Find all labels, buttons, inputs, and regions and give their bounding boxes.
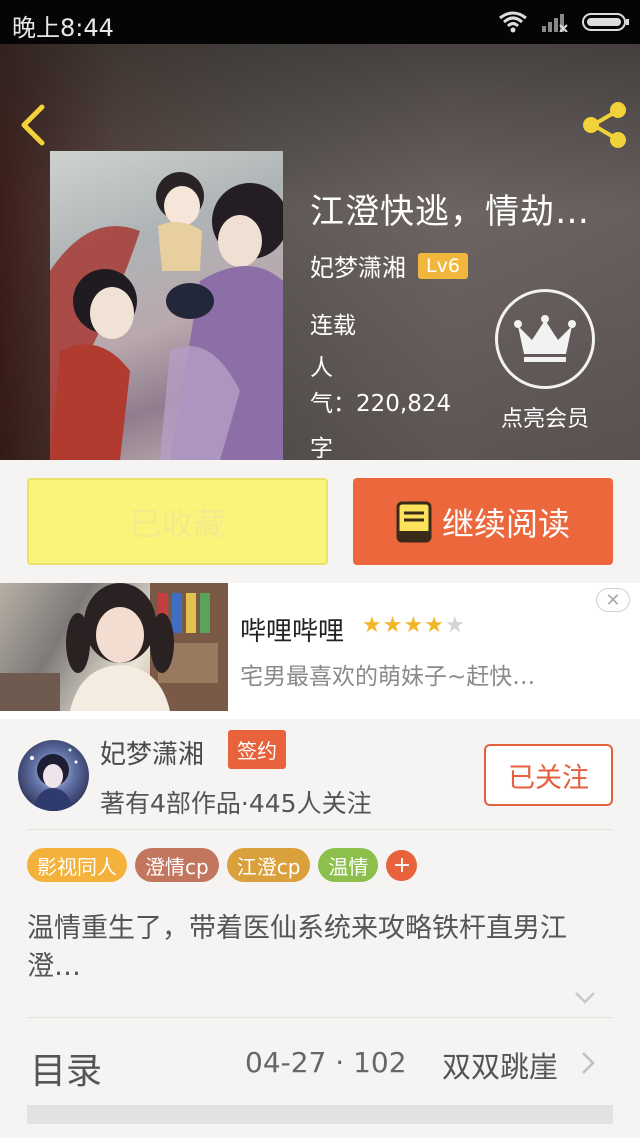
ad-banner[interactable]: 哔哩哔哩 ★★★★★ 宅男最喜欢的萌妹子~赶快… ✕ bbox=[0, 583, 640, 719]
author-meta: 著有4部作品·445人关注 bbox=[100, 789, 372, 818]
follow-button[interactable]: 已关注 bbox=[484, 744, 613, 806]
favorite-button[interactable]: 已收藏 bbox=[27, 478, 328, 565]
toc-row[interactable]: 目录 04-27 · 102 双双跳崖 bbox=[0, 1020, 640, 1104]
book-icon bbox=[396, 501, 432, 542]
toc-update-info: 04-27 · 102 bbox=[245, 1046, 407, 1079]
wifi-icon bbox=[499, 11, 527, 33]
add-tag-button[interactable]: + bbox=[386, 849, 418, 881]
cover-illustration bbox=[50, 172, 283, 460]
toc-label: 目录 bbox=[30, 1051, 103, 1092]
tag-item[interactable]: 温情 bbox=[318, 848, 379, 882]
divider bbox=[27, 1017, 613, 1018]
popularity-label: 人 bbox=[310, 355, 333, 381]
author-name[interactable]: 妃梦潇湘 bbox=[100, 734, 204, 771]
word-count-label: 字 bbox=[310, 436, 333, 460]
popularity-label-rest: 气： bbox=[310, 391, 356, 417]
author-level-badge: Lv6 bbox=[418, 252, 468, 279]
star-filled-icon: ★ bbox=[403, 613, 425, 638]
book-intro[interactable]: 温情重生了，带着医仙系统来攻略铁杆直男江澄… bbox=[27, 910, 617, 986]
book-cover[interactable] bbox=[50, 151, 283, 460]
continue-reading-button[interactable]: 继续阅读 bbox=[353, 478, 613, 565]
divider bbox=[27, 829, 613, 830]
member-circle bbox=[495, 289, 595, 389]
book-header: 江澄快逃，情劫… 妃梦潇湘 Lv6 连载 人气：220,824 字 点亮会员 bbox=[0, 44, 640, 460]
share-icon[interactable] bbox=[580, 100, 628, 150]
tag-item[interactable]: 影视同人 bbox=[27, 848, 127, 882]
star-filled-icon: ★ bbox=[424, 613, 445, 638]
action-bar: 已收藏 继续阅读 bbox=[0, 460, 640, 582]
continue-reading-label: 继续阅读 bbox=[441, 504, 570, 543]
book-status: 连载 bbox=[310, 313, 356, 339]
status-time: 晚上8:44 bbox=[12, 14, 114, 42]
author-row: 妃梦潇湘 Lv6 bbox=[310, 248, 468, 283]
book-author[interactable]: 妃梦潇湘 bbox=[310, 248, 406, 283]
star-filled-icon: ★ bbox=[362, 613, 383, 638]
back-icon[interactable] bbox=[14, 102, 54, 148]
popularity-value: 220,824 bbox=[356, 391, 452, 417]
toc-latest-chapter: 双双跳崖 bbox=[442, 1050, 559, 1084]
ad-photo bbox=[0, 583, 228, 711]
star-empty-icon: ★ bbox=[444, 613, 466, 638]
tag-item[interactable]: 澄情cp bbox=[135, 848, 219, 882]
tag-item[interactable]: 江澄cp bbox=[226, 848, 311, 882]
close-icon[interactable]: ✕ bbox=[596, 588, 630, 612]
status-bar: 晚上8:44 bbox=[0, 0, 640, 44]
book-title: 江澄快逃，情劫… bbox=[310, 192, 590, 232]
member-label: 点亮会员 bbox=[500, 407, 589, 432]
signed-badge: 签约 bbox=[228, 730, 286, 769]
author-section: 妃梦潇湘 签约 著有4部作品·445人关注 已关注 bbox=[0, 720, 640, 820]
signal-icon bbox=[542, 14, 568, 32]
star-filled-icon: ★ bbox=[382, 613, 404, 638]
ad-title: 哔哩哔哩 bbox=[240, 617, 345, 647]
ad-rating: ★★★★★ bbox=[362, 613, 466, 638]
status-icons bbox=[498, 10, 630, 34]
avatar-image bbox=[30, 748, 78, 811]
chevron-down-icon[interactable] bbox=[573, 990, 597, 1006]
chevron-right-icon bbox=[582, 1052, 595, 1074]
tag-list: 影视同人 澄情cp 江澄cp 温情 + bbox=[27, 848, 418, 882]
crown-icon bbox=[514, 315, 576, 362]
ad-image bbox=[0, 583, 228, 711]
member-button[interactable]: 点亮会员 bbox=[490, 289, 600, 439]
avatar[interactable] bbox=[18, 740, 89, 811]
battery-icon bbox=[582, 13, 629, 31]
bottom-bar bbox=[27, 1105, 613, 1124]
ad-description: 宅男最喜欢的萌妹子~赶快… bbox=[240, 664, 536, 690]
book-popularity: 人气：220,824 bbox=[310, 350, 470, 422]
